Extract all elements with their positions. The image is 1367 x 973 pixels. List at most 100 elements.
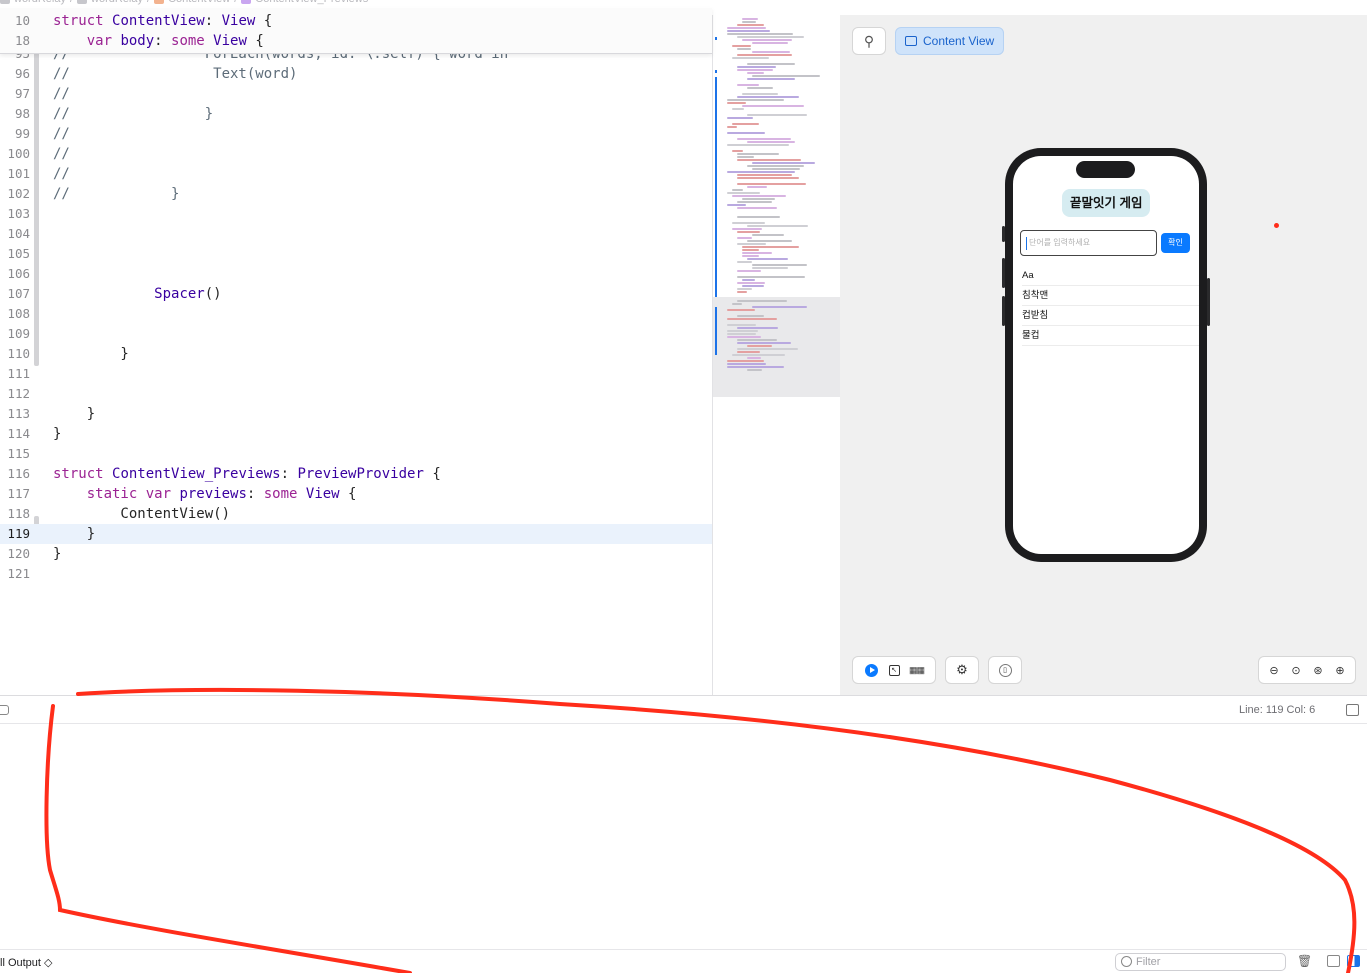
device-screen: 끝말잇기 게임 단어를 입력하세요 확인 Aa 침착맨 컵받침 물컵 <box>1013 156 1199 554</box>
code-line[interactable]: 113 } <box>0 404 712 424</box>
code-line[interactable]: 10 struct ContentView: View { <box>0 11 712 31</box>
line-number: 98 <box>14 106 30 121</box>
code-token: ContentView() <box>53 506 231 522</box>
code-line[interactable]: 101 // <box>0 164 712 184</box>
list-item[interactable]: 침착맨 <box>1022 286 1199 306</box>
code-line[interactable]: 110 } <box>0 344 712 364</box>
code-line[interactable]: 99 // <box>0 124 712 144</box>
minimap-line <box>737 231 760 233</box>
minimap-line <box>737 24 764 26</box>
code-line[interactable]: 112 <box>0 384 712 404</box>
breadcrumb-item[interactable]: wordRelay <box>91 0 143 5</box>
code-token: var <box>86 33 121 49</box>
selectable-icon[interactable]: ↖ <box>888 664 900 676</box>
pin-button[interactable]: ⚲ <box>852 27 886 55</box>
content-view-button[interactable]: Content View <box>895 27 1005 55</box>
trash-icon[interactable]: 🗑 <box>1297 954 1312 968</box>
console-filter-field[interactable]: Filter <box>1115 953 1286 971</box>
minimap-line <box>747 87 773 89</box>
code-line[interactable]: 118 ContentView() <box>0 504 712 524</box>
hide-debug-area-icon[interactable] <box>0 705 9 715</box>
confirm-button[interactable]: 확인 <box>1161 233 1190 253</box>
code-line[interactable]: 98 // } <box>0 104 712 124</box>
code-token: { <box>255 13 273 29</box>
split-right-icon[interactable] <box>1347 955 1360 967</box>
minimap-line <box>727 318 777 320</box>
list-item[interactable]: 물컵 <box>1022 326 1199 346</box>
show-console-icon[interactable] <box>1346 704 1359 716</box>
sticky-scope-header[interactable]: 10 struct ContentView: View {18 var body:… <box>0 8 712 54</box>
minimap-line <box>727 333 756 335</box>
code-line[interactable]: 102 // } <box>0 184 712 204</box>
live-preview-icon[interactable] <box>865 663 879 677</box>
line-number: 100 <box>7 146 30 161</box>
code-line[interactable]: 100 // <box>0 144 712 164</box>
minimap-line <box>737 36 804 38</box>
split-left-icon[interactable] <box>1327 955 1340 967</box>
breadcrumb: wordRelay / wordRelay / ContentView / ContentV… <box>0 0 712 8</box>
output-selector[interactable]: ll Output ◇ <box>0 956 52 969</box>
variants-icon[interactable]: ▦▦ <box>909 663 925 677</box>
code-line[interactable]: 96 // Text(word) <box>0 64 712 84</box>
minimap-line <box>752 306 807 308</box>
pin-icon: ⚲ <box>863 32 875 49</box>
word-input[interactable]: 단어를 입력하세요 <box>1020 230 1157 256</box>
code-line[interactable]: 120} <box>0 544 712 564</box>
minimap-line <box>727 30 770 32</box>
minimap-line <box>752 75 820 77</box>
minimap-line <box>747 78 795 80</box>
code-token: : <box>154 33 172 49</box>
minimap-viewport[interactable] <box>713 297 840 397</box>
code-line[interactable]: 103 <box>0 204 712 224</box>
code-line[interactable]: 104 <box>0 224 712 244</box>
minimap-line <box>727 144 789 146</box>
code-line[interactable]: 117 static var previews: some View { <box>0 484 712 504</box>
code-editor[interactable]: 95// ForEach(words, id: \.self) { word i… <box>0 8 712 695</box>
code-token: some <box>263 486 306 502</box>
minimap-line <box>737 282 765 284</box>
minimap-line <box>737 48 751 50</box>
minimap-line <box>732 108 744 110</box>
device-settings-button[interactable]: ⚙ <box>945 656 979 684</box>
code-line[interactable]: 105 <box>0 244 712 264</box>
list-item[interactable]: Aa <box>1022 266 1199 286</box>
minimap-line <box>737 291 747 293</box>
minimap-line <box>727 336 761 338</box>
orientation-button[interactable]: ▯ <box>988 656 1022 684</box>
minimap-line <box>737 270 761 272</box>
code-text: // <box>53 84 70 104</box>
list-item[interactable]: 컵받침 <box>1022 306 1199 326</box>
code-line[interactable]: 109 <box>0 324 712 344</box>
code-line[interactable]: 108 <box>0 304 712 324</box>
code-line[interactable]: 116 struct ContentView_Previews: PreviewP… <box>0 464 712 484</box>
breadcrumb-separator: / <box>234 0 237 5</box>
line-number: 104 <box>7 226 30 241</box>
breadcrumb-item[interactable]: wordRelay <box>14 0 66 5</box>
breadcrumb-item[interactable]: ContentView <box>168 0 230 5</box>
orientation-icon: ▯ <box>998 663 1012 677</box>
minimap[interactable] <box>712 15 840 695</box>
code-token: { <box>246 33 264 49</box>
code-line[interactable]: 97 // <box>0 84 712 104</box>
zoom-100-icon[interactable]: ⊛ <box>1311 663 1325 677</box>
code-line[interactable]: 115 <box>0 444 712 464</box>
minimap-line <box>727 27 766 29</box>
code-text: } <box>53 344 128 364</box>
zoom-out-icon[interactable]: ⊖ <box>1267 663 1281 677</box>
minimap-change-marker <box>715 37 717 40</box>
minimap-line <box>742 18 758 20</box>
zoom-fit-icon[interactable]: ⊙ <box>1289 663 1303 677</box>
console-output-area[interactable] <box>0 724 1367 949</box>
line-number: 119 <box>7 526 30 541</box>
code-line[interactable]: 111 <box>0 364 712 384</box>
code-line[interactable]: 114} <box>0 424 712 444</box>
code-line[interactable]: 119 } <box>0 524 712 544</box>
minimap-line <box>747 225 808 227</box>
code-line[interactable]: 106 <box>0 264 712 284</box>
breadcrumb-item[interactable]: ContentView_Previews <box>255 0 368 5</box>
code-line[interactable]: 107 Spacer() <box>0 284 712 304</box>
code-line[interactable]: 18 var body: some View { <box>0 31 712 51</box>
zoom-in-icon[interactable]: ⊕ <box>1333 663 1347 677</box>
code-line[interactable]: 121 <box>0 564 712 584</box>
code-token: ContentView <box>112 13 205 29</box>
